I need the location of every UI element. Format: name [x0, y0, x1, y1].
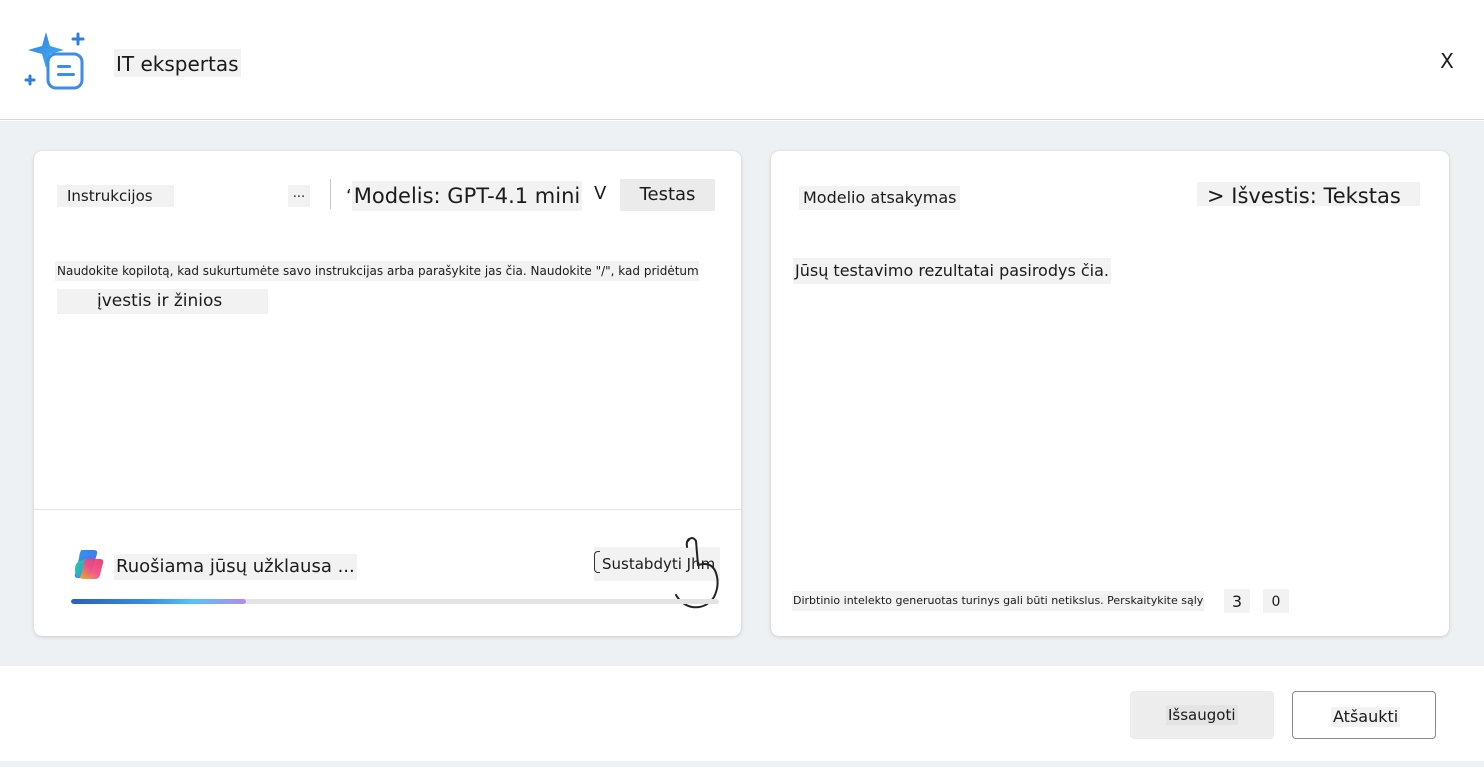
status-text: Ruošiama jūsų užklausa ...: [114, 554, 357, 580]
stop-bracket-icon: [594, 551, 600, 573]
cancel-button[interactable]: Atšaukti: [1292, 691, 1436, 739]
main-area: Instrukcijos ... ‘ Modelis: GPT-4.1 mini…: [0, 121, 1484, 666]
bottom-edge: [0, 761, 1484, 767]
toolbar-divider: [330, 179, 331, 209]
agent-logo-icon: [24, 32, 85, 90]
stop-button[interactable]: Sustabdyti Jhm: [594, 547, 720, 581]
dialog-header: IT ekspertas X: [0, 0, 1484, 120]
output-format-button[interactable]: > Išvestis: Tekstas: [1197, 182, 1420, 208]
model-label: Modelis: GPT-4.1 mini: [351, 181, 583, 211]
model-response-label: Modelio atsakymas: [799, 186, 961, 210]
stop-button-label: Sustabdyti Jhm: [602, 555, 716, 573]
close-button[interactable]: X: [1434, 48, 1460, 74]
agent-title: IT ekspertas: [114, 49, 241, 77]
chevron-down-icon[interactable]: V: [594, 183, 606, 204]
more-options-button[interactable]: ...: [288, 185, 310, 207]
model-selector-button[interactable]: ‘ Modelis: GPT-4.1 mini: [346, 179, 583, 213]
cancel-button-label: Atšaukti: [1331, 707, 1401, 727]
dialog-footer: Išsaugoti Atšaukti: [0, 667, 1484, 767]
instructions-hint-continued: įvestis ir žinios: [57, 289, 268, 314]
instructions-hint: Naudokite kopilotą, kad sukurtumėte savo…: [55, 261, 699, 281]
ai-disclaimer: Dirbtinio intelekto generuotas turinys g…: [792, 591, 1204, 611]
instructions-label: Instrukcijos: [57, 185, 174, 207]
save-button-label: Išsaugoti: [1166, 705, 1238, 725]
progress-bar: [71, 599, 719, 604]
test-button[interactable]: Testas: [620, 179, 715, 211]
thumbs-up-button[interactable]: 3: [1224, 589, 1250, 613]
panel-divider: [34, 509, 741, 510]
copilot-icon: [74, 550, 104, 579]
results-placeholder: Jūsų testavimo rezultatai pasirodys čia.: [793, 258, 1112, 284]
response-panel: Modelio atsakymas > Išvestis: Tekstas Jū…: [771, 151, 1449, 636]
instructions-panel: Instrukcijos ... ‘ Modelis: GPT-4.1 mini…: [34, 151, 741, 636]
progress-bar-fill: [71, 599, 246, 604]
save-button[interactable]: Išsaugoti: [1130, 691, 1274, 739]
thumbs-down-button[interactable]: 0: [1263, 589, 1289, 613]
